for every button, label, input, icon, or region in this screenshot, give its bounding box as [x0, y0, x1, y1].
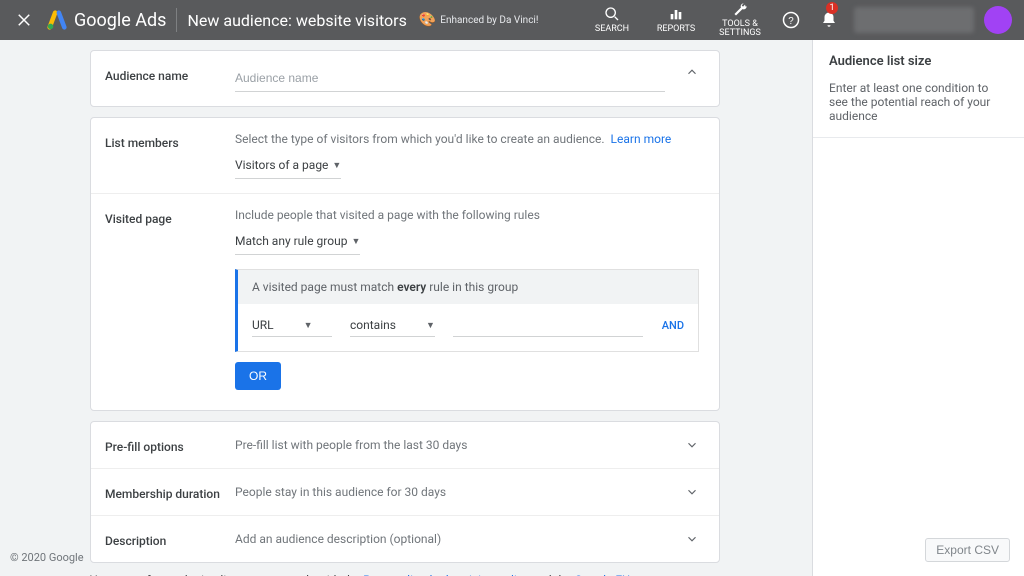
- list-members-label: List members: [105, 132, 235, 150]
- reports-button[interactable]: REPORTS: [646, 6, 706, 34]
- profile-avatar[interactable]: [984, 6, 1012, 34]
- divider: [176, 8, 177, 32]
- rule-field-value: URL: [252, 318, 274, 332]
- chevron-down-icon: [685, 438, 699, 452]
- list-members-hint: Select the type of visitors from which y…: [235, 132, 605, 146]
- collapse-toggle[interactable]: [685, 65, 699, 83]
- chevron-down-icon: [685, 485, 699, 499]
- visitor-type-value: Visitors of a page: [235, 158, 328, 172]
- or-button[interactable]: OR: [235, 362, 281, 390]
- caret-down-icon: ▼: [332, 160, 341, 171]
- reports-icon: [668, 6, 684, 22]
- extension-tag: 🎨 Enhanced by Da Vinci!: [419, 15, 539, 26]
- match-group-value: Match any rule group: [235, 234, 347, 248]
- prefill-summary: Pre-fill list with people from the last …: [235, 438, 685, 452]
- rule-operator-dropdown[interactable]: contains ▼: [350, 314, 435, 337]
- svg-text:?: ?: [788, 16, 794, 27]
- wrench-icon: [732, 2, 748, 18]
- description-label: Description: [105, 530, 235, 548]
- account-selector[interactable]: [854, 7, 974, 33]
- close-button[interactable]: [8, 4, 40, 36]
- description-summary: Add an audience description (optional): [235, 532, 685, 546]
- notifications-button[interactable]: 1: [812, 4, 846, 36]
- audience-name-label: Audience name: [105, 65, 235, 83]
- search-button[interactable]: SEARCH: [582, 6, 642, 34]
- description-row[interactable]: Description Add an audience description …: [91, 516, 719, 562]
- rule-head-suffix: rule in this group: [426, 280, 518, 294]
- rule-group: A visited page must match every rule in …: [235, 269, 699, 352]
- help-button[interactable]: ?: [774, 4, 808, 36]
- top-icon-group: SEARCH REPORTS TOOLS & SETTINGS ? 1: [582, 2, 1016, 38]
- visited-page-label: Visited page: [105, 208, 235, 226]
- caret-down-icon: ▼: [304, 320, 313, 331]
- chevron-down-icon: [685, 532, 699, 546]
- visitor-type-dropdown[interactable]: Visitors of a page ▼: [235, 152, 341, 179]
- extension-label: Enhanced by Da Vinci!: [440, 15, 538, 26]
- audience-name-card: Audience name: [90, 50, 720, 107]
- tools-button[interactable]: TOOLS & SETTINGS: [710, 2, 770, 38]
- page-title: New audience: website visitors: [187, 11, 406, 30]
- chevron-up-icon: [685, 65, 699, 79]
- rule-value-input[interactable]: [453, 314, 643, 337]
- visited-page-hint: Include people that visited a page with …: [235, 208, 540, 222]
- close-icon: [15, 11, 33, 29]
- caret-down-icon: ▼: [351, 236, 360, 247]
- and-button[interactable]: AND: [662, 319, 684, 332]
- config-card: List members Select the type of visitors…: [90, 117, 720, 411]
- rule-field-dropdown[interactable]: URL ▼: [252, 314, 332, 337]
- prefill-row[interactable]: Pre-fill options Pre-fill list with peop…: [91, 422, 719, 469]
- topbar: Google Ads New audience: website visitor…: [0, 0, 1024, 40]
- rule-head-emph: every: [397, 280, 426, 294]
- prefill-label: Pre-fill options: [105, 436, 235, 454]
- search-label: SEARCH: [595, 24, 629, 34]
- membership-label: Membership duration: [105, 483, 235, 501]
- audience-size-panel: Audience list size Enter at least one co…: [812, 40, 1024, 576]
- membership-summary: People stay in this audience for 30 days: [235, 485, 685, 499]
- notification-badge: 1: [826, 2, 838, 14]
- rule-group-header: A visited page must match every rule in …: [238, 270, 698, 304]
- audience-size-body: Enter at least one condition to see the …: [829, 81, 1008, 123]
- extension-icon: 🎨: [419, 15, 436, 26]
- reports-label: REPORTS: [657, 24, 695, 34]
- rule-head-prefix: A visited page must match: [252, 280, 397, 294]
- tools-label: TOOLS & SETTINGS: [710, 20, 770, 38]
- copyright: © 2020 Google: [10, 551, 84, 564]
- audience-name-input[interactable]: [235, 65, 665, 92]
- learn-more-link[interactable]: Learn more: [611, 132, 672, 146]
- membership-row[interactable]: Membership duration People stay in this …: [91, 469, 719, 516]
- search-icon: [604, 6, 620, 22]
- rule-operator-value: contains: [350, 318, 396, 332]
- bell-icon: [820, 11, 838, 29]
- export-csv-button[interactable]: Export CSV: [925, 538, 1010, 562]
- collapsed-settings-card: Pre-fill options Pre-fill list with peop…: [90, 421, 720, 563]
- help-icon: ?: [782, 11, 800, 29]
- match-group-dropdown[interactable]: Match any rule group ▼: [235, 228, 360, 255]
- google-ads-logo-icon: [46, 9, 68, 31]
- divider: [813, 137, 1024, 138]
- brand-label: Google Ads: [74, 10, 166, 31]
- caret-down-icon: ▼: [426, 320, 435, 331]
- audience-size-title: Audience list size: [829, 54, 1008, 69]
